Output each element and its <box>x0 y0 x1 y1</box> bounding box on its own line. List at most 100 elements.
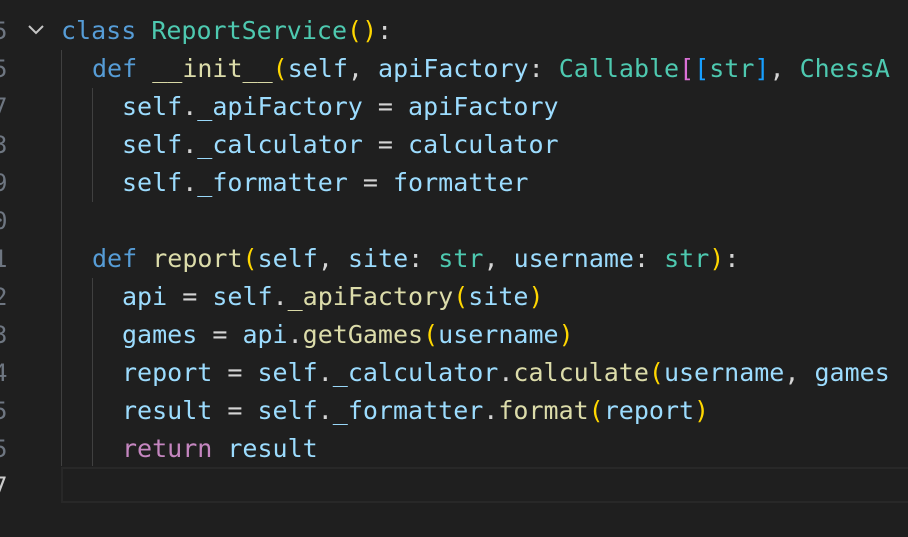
bracket: ) <box>528 282 544 311</box>
punctuation: , <box>784 358 800 387</box>
variable: report <box>603 396 695 425</box>
type-name: str <box>709 54 755 83</box>
bracket: ( <box>423 320 439 349</box>
code-line[interactable]: 3 self._calculator = calculator <box>0 126 908 164</box>
variable: self <box>257 358 318 387</box>
function-name: report <box>152 244 243 273</box>
line-number: 7 <box>0 93 8 121</box>
code-line[interactable]: 7 self._apiFactory = apiFactory <box>0 88 908 126</box>
bracket: [ <box>694 54 710 83</box>
parameter: apiFactory <box>378 54 529 83</box>
punctuation: . <box>182 130 198 159</box>
function-name: getGames <box>302 320 424 349</box>
bracket: ( <box>453 282 469 311</box>
variable: games <box>814 358 890 387</box>
bracket: ( <box>648 358 664 387</box>
operator: = <box>227 358 243 387</box>
line-number: 9 <box>0 169 8 197</box>
bracket: ( <box>347 16 363 45</box>
type-name: ChessA <box>799 54 890 83</box>
function-name: format <box>498 396 589 425</box>
variable: self <box>122 92 183 121</box>
type-name: Callable <box>558 54 680 83</box>
line-number: 3 <box>0 131 8 159</box>
line-number: 1 <box>0 245 8 273</box>
variable: username <box>663 358 785 387</box>
punctuation: , <box>769 54 785 83</box>
variable: self <box>122 168 183 197</box>
variable: report <box>122 358 213 387</box>
punctuation: : <box>724 244 740 273</box>
class-name: ReportService <box>151 16 347 45</box>
bracket: ) <box>709 244 725 273</box>
function-name: calculate <box>513 358 649 387</box>
parameter: site <box>347 244 409 273</box>
line-number: 5 <box>0 435 8 463</box>
variable: formatter <box>392 168 529 197</box>
punctuation: . <box>317 396 333 425</box>
bracket: ( <box>272 54 288 83</box>
line-number: 2 <box>0 283 8 311</box>
bracket: ( <box>242 244 258 273</box>
code-line[interactable]: 5 def __init__(self, apiFactory: Callabl… <box>0 50 908 88</box>
line-number: 5 <box>0 55 8 83</box>
variable: username <box>438 320 559 349</box>
code-line[interactable]: 2 api = self._apiFactory(site) <box>0 278 908 316</box>
punctuation: , <box>483 244 499 273</box>
code-line[interactable]: 5 class ReportService(): <box>0 12 908 50</box>
code-line[interactable]: 0 <box>0 202 908 240</box>
operator: = <box>182 282 198 311</box>
type-name: str <box>664 244 710 273</box>
function-name: __init__ <box>152 54 273 83</box>
operator: = <box>362 168 378 197</box>
punctuation: . <box>483 396 499 425</box>
parameter: username <box>513 244 634 273</box>
punctuation: . <box>287 320 303 349</box>
variable: _apiFactory <box>197 92 363 121</box>
bracket: [ <box>679 54 695 83</box>
punctuation: : <box>377 16 393 45</box>
parameter: self <box>287 54 348 83</box>
variable: self <box>212 282 273 311</box>
punctuation: : <box>633 244 650 273</box>
parameter: self <box>257 244 318 273</box>
variable: self <box>257 396 318 425</box>
code-line[interactable]: 4 report = self._calculator.calculate(us… <box>0 354 908 392</box>
variable: result <box>122 396 213 425</box>
bracket: ) <box>558 320 574 349</box>
punctuation: . <box>182 92 198 121</box>
code-line[interactable]: 1 def report(self, site: str, username: … <box>0 240 908 278</box>
keyword: def <box>92 244 138 273</box>
punctuation: , <box>317 244 333 273</box>
line-number: 5 <box>0 17 8 45</box>
variable: calculator <box>408 130 559 159</box>
function-name: _apiFactory <box>287 282 454 311</box>
punctuation: . <box>317 358 333 387</box>
variable: _calculator <box>197 130 363 159</box>
variable: _formatter <box>332 396 484 425</box>
variable: site <box>468 282 529 311</box>
bracket: ( <box>588 396 604 425</box>
code-line[interactable]: 3 games = api.getGames(username) <box>0 316 908 354</box>
operator: = <box>227 396 243 425</box>
code-line[interactable]: 7 <box>0 467 908 505</box>
line-number: 4 <box>0 359 8 387</box>
type-name: str <box>438 244 484 273</box>
punctuation: : <box>528 54 544 83</box>
operator: = <box>377 92 393 121</box>
code-editor[interactable]: 5 class ReportService(): 5 def __init__(… <box>0 0 908 537</box>
operator: = <box>377 130 393 159</box>
code-line[interactable]: 5 result = self._formatter.format(report… <box>0 392 908 430</box>
line-number: 7 <box>0 472 8 500</box>
code-line[interactable]: 9 self._formatter = formatter <box>0 164 908 202</box>
chevron-down-icon[interactable] <box>27 23 45 37</box>
variable: self <box>122 130 183 159</box>
code-line[interactable]: 5 return result <box>0 430 908 468</box>
punctuation: , <box>347 54 363 83</box>
keyword: def <box>92 54 138 83</box>
punctuation: . <box>182 168 198 197</box>
bracket: ) <box>694 396 710 425</box>
variable: api <box>122 282 168 311</box>
line-number: 3 <box>0 321 8 349</box>
line-number: 5 <box>0 397 8 425</box>
